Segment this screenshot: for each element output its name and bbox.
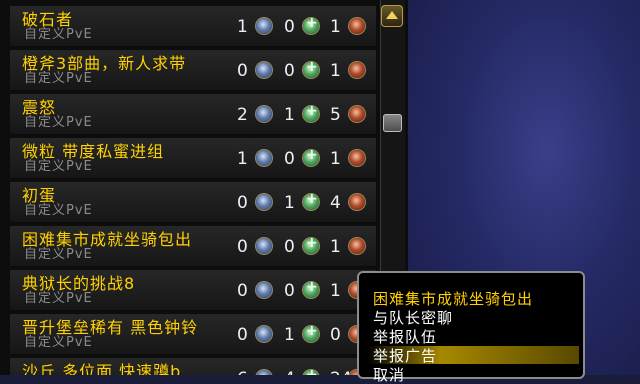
heal-count: 1 [284, 325, 295, 345]
group-type: 自定义PvE [24, 115, 93, 130]
heal-count: 1 [284, 193, 295, 213]
group-row[interactable]: 橙斧3部曲，新人求带自定义PvE001 [10, 50, 376, 91]
group-row[interactable]: 破石者自定义PvE101 [10, 6, 376, 47]
group-name: 沙丘 多位面 快速蹲b... [22, 362, 200, 375]
tank-count: 0 [237, 237, 248, 257]
healer-role-icon [303, 235, 319, 254]
healer-role-icon [303, 59, 319, 78]
damage-role-icon [349, 18, 365, 34]
tank-role-icon [256, 106, 272, 122]
tank-count: 2 [237, 105, 248, 125]
healer-role-icon [303, 367, 319, 375]
dps-count: 1 [330, 17, 341, 37]
group-row[interactable]: 微粒 带度私蜜进组自定义PvE101 [10, 138, 376, 179]
tank-role-icon [256, 282, 272, 298]
group-row[interactable]: 初蛋自定义PvE014 [10, 182, 376, 223]
dps-count: 5 [330, 105, 341, 125]
heal-count: 0 [284, 281, 295, 301]
tank-count: 0 [237, 61, 248, 81]
group-row[interactable]: 典狱长的挑战8自定义PvE001 [10, 270, 376, 311]
heal-count: 0 [284, 17, 295, 37]
group-row[interactable]: 晋升堡垒稀有 黑色钟铃自定义PvE010 [10, 314, 376, 355]
healer-role-icon [303, 323, 319, 342]
healer-role-icon [303, 103, 319, 122]
group-type: 自定义PvE [24, 335, 93, 350]
tank-role-icon [256, 238, 272, 254]
group-finder-panel: 破石者自定义PvE101橙斧3部曲，新人求带自定义PvE001震怒自定义PvE2… [0, 0, 408, 375]
healer-role-icon [303, 191, 319, 210]
tank-role-icon [256, 62, 272, 78]
heal-count: 0 [284, 149, 295, 169]
damage-role-icon [349, 194, 365, 210]
scroll-up-button[interactable] [381, 5, 403, 27]
dps-count: 4 [330, 193, 341, 213]
dps-count: 1 [330, 281, 341, 301]
tank-role-icon [256, 18, 272, 34]
tank-count: 0 [237, 193, 248, 213]
heal-count: 4 [284, 370, 295, 375]
tank-role-icon [256, 326, 272, 342]
dps-count: 24 [330, 370, 352, 375]
menu-item-report-ad[interactable]: 举报广告 [373, 347, 579, 365]
group-row[interactable]: 沙丘 多位面 快速蹲b... 6 4 24 [10, 358, 376, 375]
dps-count: 1 [330, 149, 341, 169]
healer-role-icon [303, 147, 319, 166]
dps-count: 0 [330, 325, 341, 345]
tank-count: 0 [237, 325, 248, 345]
group-type: 自定义PvE [24, 291, 93, 306]
menu-item-cancel[interactable]: 取消 [373, 366, 579, 384]
group-row[interactable]: 震怒自定义PvE215 [10, 94, 376, 135]
context-menu: 困难集市成就坐骑包出 与队长密聊 举报队伍 举报广告 取消 [357, 271, 585, 384]
group-type: 自定义PvE [24, 71, 93, 86]
heal-count: 0 [284, 237, 295, 257]
group-type: 自定义PvE [24, 159, 93, 174]
heal-count: 1 [284, 105, 295, 125]
damage-role-icon [349, 238, 365, 254]
tank-count: 1 [237, 17, 248, 37]
tank-count: 1 [237, 149, 248, 169]
dps-count: 1 [330, 61, 341, 81]
context-menu-title: 困难集市成就坐骑包出 [373, 290, 534, 308]
scrollbar-thumb[interactable] [383, 114, 402, 132]
group-type: 自定义PvE [24, 27, 93, 42]
group-row[interactable]: 困难集市成就坐骑包出自定义PvE001 [10, 226, 376, 267]
damage-role-icon [349, 106, 365, 122]
heal-count: 0 [284, 61, 295, 81]
healer-role-icon [303, 15, 319, 34]
tank-role-icon [256, 370, 272, 375]
menu-item-whisper-leader[interactable]: 与队长密聊 [373, 309, 579, 327]
group-type: 自定义PvE [24, 203, 93, 218]
healer-role-icon [303, 279, 319, 298]
group-type: 自定义PvE [24, 247, 93, 262]
menu-item-report-group[interactable]: 举报队伍 [373, 328, 579, 346]
tank-count: 0 [237, 281, 248, 301]
tank-role-icon [256, 194, 272, 210]
damage-role-icon [349, 150, 365, 166]
tank-count: 6 [237, 370, 248, 375]
tank-role-icon [256, 150, 272, 166]
dps-count: 1 [330, 237, 341, 257]
damage-role-icon [349, 62, 365, 78]
group-list: 破石者自定义PvE101橙斧3部曲，新人求带自定义PvE001震怒自定义PvE2… [10, 6, 376, 375]
